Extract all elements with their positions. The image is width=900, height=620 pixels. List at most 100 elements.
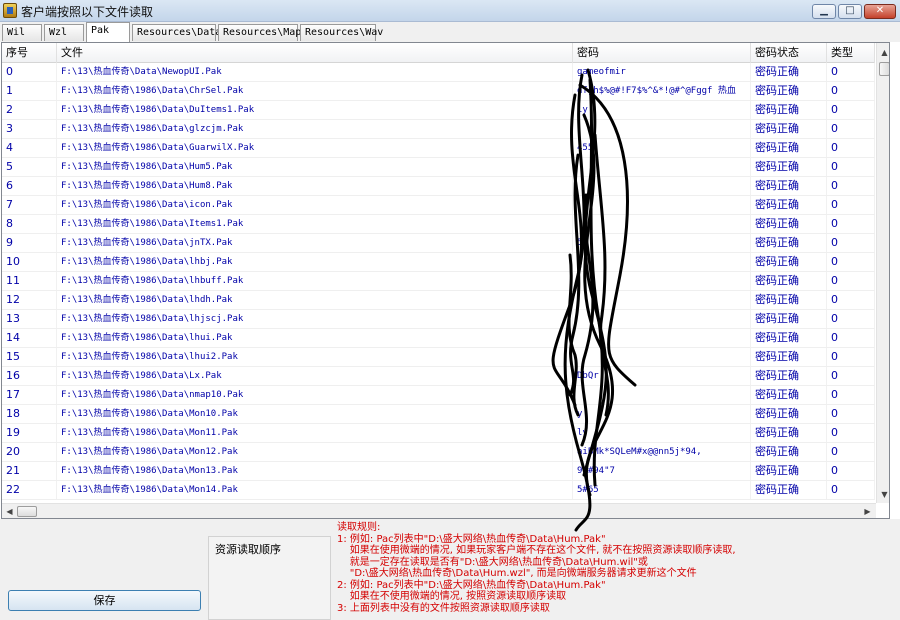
table-row[interactable]: 15 F:\13\热血传奇\1986\Data\lhui2.Pak 密码正确 0 — [2, 348, 875, 367]
row-index: 19 — [2, 424, 57, 442]
row-password — [573, 158, 751, 176]
row-type: 0 — [827, 139, 875, 157]
row-type: 0 — [827, 405, 875, 423]
row-password — [573, 386, 751, 404]
row-password-status: 密码正确 — [751, 443, 827, 461]
table-row[interactable]: 11 F:\13\热血传奇\1986\Data\lhbuff.Pak 密码正确 0 — [2, 272, 875, 291]
table-row[interactable]: 1 F:\13\热血传奇\1986\Data\ChrSel.Pak dfgh$%@#… — [2, 82, 875, 101]
scroll-down-arrow-icon[interactable]: ▼ — [877, 487, 889, 502]
list-header: 序号 文件 密码 密码状态 类型 — [2, 43, 875, 63]
tab-wzl[interactable]: Wzl — [44, 24, 84, 41]
horizontal-scrollbar[interactable]: ◀ ▶ — [2, 503, 876, 518]
table-row[interactable]: 8 F:\13\热血传奇\1986\Data\Items1.Pak 密码正确 0 — [2, 215, 875, 234]
table-row[interactable]: 2 F:\13\热血传奇\1986\Data\DuItems1.Pak ly 密码正确… — [2, 101, 875, 120]
table-row[interactable]: 5 F:\13\热血传奇\1986\Data\Hum5.Pak 密码正确 0 — [2, 158, 875, 177]
resource-order-box[interactable]: 资源读取顺序 — [208, 536, 331, 620]
row-file-path: F:\13\热血传奇\1986\Data\Items1.Pak — [57, 215, 573, 233]
app-icon — [3, 3, 17, 18]
table-row[interactable]: 9 F:\13\热血传奇\1986\Data\jnTX.Pak 5 密码正确 0 — [2, 234, 875, 253]
window-title: 客户端按照以下文件读取 — [21, 5, 154, 19]
pak-file-list[interactable]: 序号 文件 密码 密码状态 类型 0 F:\13\热血传奇\Data\NewopU… — [1, 42, 890, 519]
row-password-status: 密码正确 — [751, 101, 827, 119]
row-index: 6 — [2, 177, 57, 195]
tab-resources-map[interactable]: Resources\Map — [218, 24, 301, 41]
row-file-path: F:\13\热血传奇\1986\Data\lhui.Pak — [57, 329, 573, 347]
minimize-button[interactable]: ▁ — [812, 4, 836, 19]
row-index: 22 — [2, 481, 57, 499]
rule-line: 读取规则: — [337, 522, 381, 533]
row-index: 13 — [2, 310, 57, 328]
table-row[interactable]: 6 F:\13\热血传奇\1986\Data\Hum8.Pak 密码正确 0 — [2, 177, 875, 196]
row-index: 15 — [2, 348, 57, 366]
row-password — [573, 215, 751, 233]
row-index: 8 — [2, 215, 57, 233]
table-row[interactable]: 18 F:\13\热血传奇\1986\Data\Mon10.Pak y 密码正确 0 — [2, 405, 875, 424]
table-row[interactable]: 0 F:\13\热血传奇\Data\NewopUI.Pak gameofmir 密码正… — [2, 63, 875, 82]
row-password-status: 密码正确 — [751, 234, 827, 252]
save-button[interactable]: 保存 — [8, 590, 201, 611]
rule-line: 1: 例如: Pac列表中"D:\盛大网络\热血传奇\Data\Hum.Pak" — [337, 533, 606, 545]
row-password: DbQr — [573, 367, 751, 385]
table-row[interactable]: 16 F:\13\热血传奇\1986\Data\Lx.Pak DbQr 密码正确 0 — [2, 367, 875, 386]
bottom-panel: 资源读取顺序 读取规则: 1: 例如: Pac列表中"D:\盛大网络\热血传奇\D… — [0, 519, 900, 620]
column-header-password[interactable]: 密码 — [573, 43, 751, 63]
row-index: 12 — [2, 291, 57, 309]
row-index: 17 — [2, 386, 57, 404]
table-row[interactable]: 3 F:\13\热血传奇\1986\Data\glzcjm.Pak 密码正确 0 — [2, 120, 875, 139]
row-password-status: 密码正确 — [751, 462, 827, 480]
row-password — [573, 253, 751, 271]
row-file-path: F:\13\热血传奇\1986\Data\Lx.Pak — [57, 367, 573, 385]
table-row[interactable]: 17 F:\13\热血传奇\1986\Data\nmap10.Pak 密码正确 0 — [2, 386, 875, 405]
row-index: 11 — [2, 272, 57, 290]
row-password-status: 密码正确 — [751, 139, 827, 157]
row-password — [573, 272, 751, 290]
title-bar: 客户端按照以下文件读取 ▁ □ ✕ — [0, 0, 900, 22]
tab-pak[interactable]: Pak — [86, 22, 130, 42]
scroll-right-arrow-icon[interactable]: ▶ — [860, 504, 875, 518]
row-file-path: F:\13\热血传奇\1986\Data\Hum8.Pak — [57, 177, 573, 195]
row-password: ly — [573, 424, 751, 442]
table-row[interactable]: 20 F:\13\热血传奇\1986\Data\Mon12.Pak aiBMk*SQ… — [2, 443, 875, 462]
tab-resources-data[interactable]: Resources\Data — [132, 24, 221, 41]
row-index: 21 — [2, 462, 57, 480]
horizontal-scroll-thumb[interactable] — [17, 506, 37, 517]
row-index: 7 — [2, 196, 57, 214]
table-row[interactable]: 7 F:\13\热血传奇\1986\Data\icon.Pak 密码正确 0 — [2, 196, 875, 215]
table-row[interactable]: 13 F:\13\热血传奇\1986\Data\lhjscj.Pak 密码正确 0 — [2, 310, 875, 329]
table-row[interactable]: 22 F:\13\热血传奇\1986\Data\Mon14.Pak 5#65 密码正确… — [2, 481, 875, 500]
table-row[interactable]: 10 F:\13\热血传奇\1986\Data\lhbj.Pak 密码正确 0 — [2, 253, 875, 272]
vertical-scroll-thumb[interactable] — [879, 62, 889, 76]
row-type: 0 — [827, 310, 875, 328]
table-row[interactable]: 14 F:\13\热血传奇\1986\Data\lhui.Pak 密码正确 0 — [2, 329, 875, 348]
row-password: 5#65 — [573, 481, 751, 499]
table-row[interactable]: 21 F:\13\热血传奇\1986\Data\Mon13.Pak 91#94"7 密… — [2, 462, 875, 481]
maximize-button[interactable]: □ — [838, 4, 862, 19]
row-password-status: 密码正确 — [751, 310, 827, 328]
column-header-type[interactable]: 类型 — [827, 43, 875, 63]
tab-resources-wav[interactable]: Resources\Wav — [300, 24, 383, 41]
row-password-status: 密码正确 — [751, 329, 827, 347]
row-password — [573, 120, 751, 138]
column-header-password-status[interactable]: 密码状态 — [751, 43, 827, 63]
table-row[interactable]: 12 F:\13\热血传奇\1986\Data\lhdh.Pak 密码正确 0 — [2, 291, 875, 310]
row-index: 0 — [2, 63, 57, 81]
table-row[interactable]: 19 F:\13\热血传奇\1986\Data\Mon11.Pak ly 密码正确 0 — [2, 424, 875, 443]
row-file-path: F:\13\热血传奇\Data\NewopUI.Pak — [57, 63, 573, 81]
vertical-scrollbar[interactable]: ▲ ▼ — [876, 43, 889, 503]
column-header-index[interactable]: 序号 — [2, 43, 57, 63]
row-password: 455 — [573, 139, 751, 157]
table-row[interactable]: 4 F:\13\热血传奇\1986\Data\GuarwilX.Pak 455 密码正… — [2, 139, 875, 158]
row-password: dfgh$%@#!F7$%^&*!@#^@Fggf 热血 — [573, 82, 751, 100]
row-type: 0 — [827, 101, 875, 119]
row-password: 5 — [573, 234, 751, 252]
row-type: 0 — [827, 253, 875, 271]
row-index: 20 — [2, 443, 57, 461]
tab-wil[interactable]: Wil — [2, 24, 42, 41]
close-button[interactable]: ✕ — [864, 4, 896, 19]
row-index: 3 — [2, 120, 57, 138]
column-header-file[interactable]: 文件 — [57, 43, 573, 63]
row-password-status: 密码正确 — [751, 253, 827, 271]
scroll-left-arrow-icon[interactable]: ◀ — [2, 504, 17, 518]
scroll-up-arrow-icon[interactable]: ▲ — [877, 45, 889, 60]
row-password-status: 密码正确 — [751, 120, 827, 138]
